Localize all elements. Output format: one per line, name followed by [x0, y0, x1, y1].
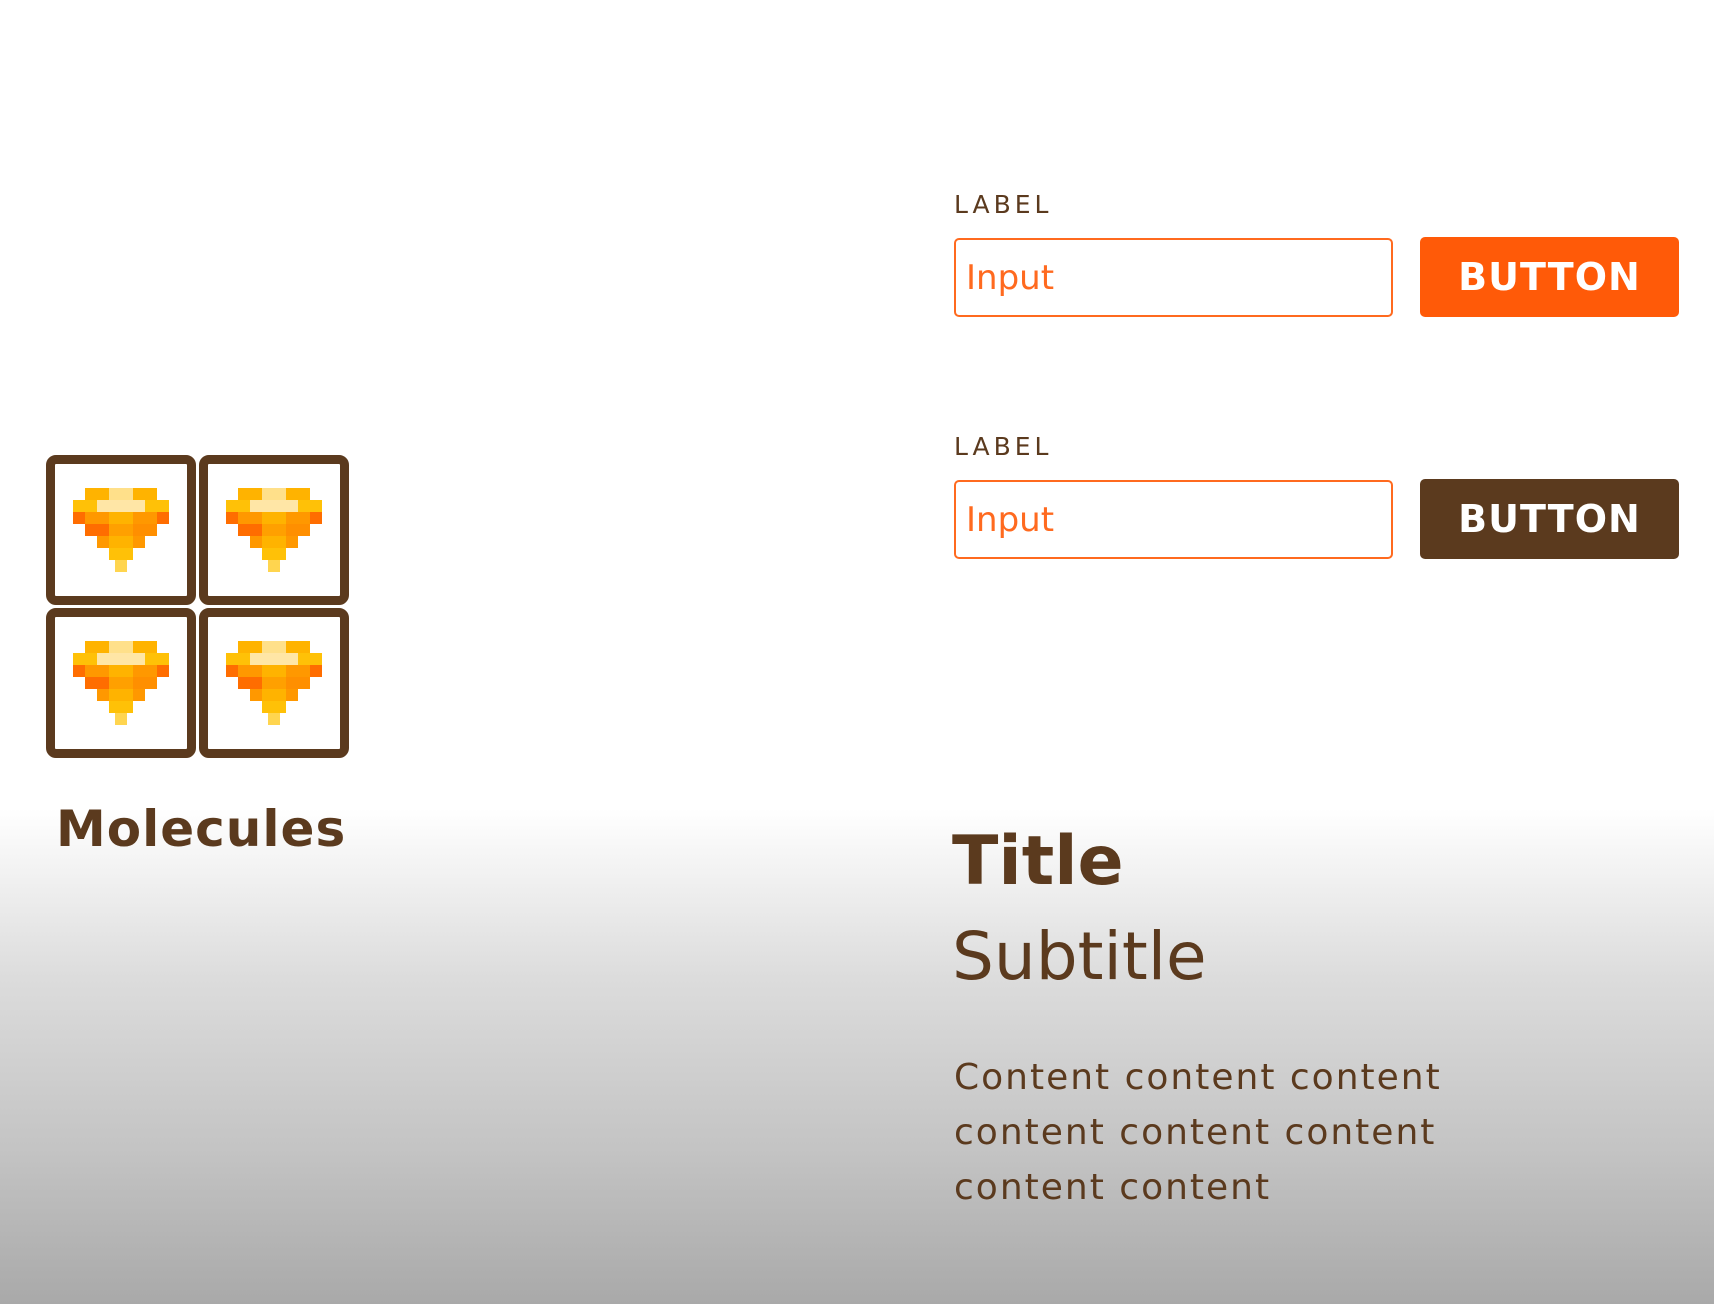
field-label: LABEL	[954, 190, 1053, 219]
sketch-diamond-icon	[73, 641, 169, 725]
secondary-button[interactable]: BUTTON	[1420, 479, 1679, 559]
text-input[interactable]	[954, 238, 1393, 317]
gem-tile	[199, 608, 349, 758]
sketch-diamond-icon	[226, 488, 322, 572]
card-title: Title	[952, 822, 1124, 901]
card-subtitle: Subtitle	[952, 918, 1207, 995]
molecules-title: Molecules	[56, 800, 347, 858]
gem-tile	[199, 455, 349, 605]
text-input[interactable]	[954, 480, 1393, 559]
gem-tile	[46, 455, 196, 605]
card-content: Content content content content content …	[954, 1057, 1442, 1208]
gem-tile	[46, 608, 196, 758]
field-label: LABEL	[954, 432, 1053, 461]
molecules-icon-grid	[46, 455, 350, 759]
sketch-diamond-icon	[73, 488, 169, 572]
sketch-diamond-icon	[226, 641, 322, 725]
primary-button[interactable]: BUTTON	[1420, 237, 1679, 317]
